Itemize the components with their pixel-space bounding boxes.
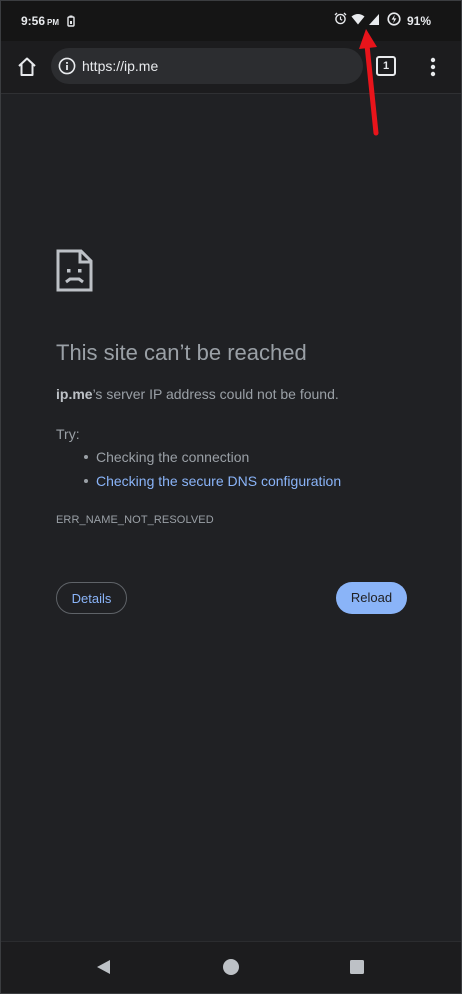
more-vert-icon (430, 57, 436, 77)
status-time: 9:56 PM (21, 14, 59, 28)
navigation-bar (1, 941, 461, 993)
battery-charging-icon (387, 11, 401, 31)
info-icon[interactable] (58, 57, 76, 80)
home-button[interactable] (14, 54, 40, 80)
screen: 9:56 PM 91% https://ip.me 1 This site ca… (0, 0, 462, 994)
reload-button[interactable]: Reload (336, 582, 407, 614)
suggestion-item[interactable]: Checking the secure DNS configuration (56, 472, 341, 496)
battery-saver-icon (67, 14, 75, 32)
details-button[interactable]: Details (56, 582, 127, 614)
status-bar: 9:56 PM 91% (1, 1, 461, 41)
status-time-ampm: PM (47, 18, 60, 27)
battery-percentage: 91% (406, 14, 431, 28)
home-icon (18, 57, 36, 76)
url-text[interactable]: https://ip.me (82, 58, 158, 74)
error-description-text: ’s server IP address could not be found. (92, 386, 339, 402)
error-host: ip.me (56, 386, 93, 402)
menu-button[interactable] (423, 55, 443, 79)
address-bar[interactable]: https://ip.me (51, 48, 363, 84)
error-code: ERR_NAME_NOT_RESOLVED (56, 514, 214, 526)
annotation-arrow-icon (356, 27, 386, 142)
status-icons: 91% (334, 11, 431, 31)
home-circle-icon[interactable] (222, 958, 240, 981)
error-title: This site can’t be reached (56, 340, 307, 365)
recents-icon[interactable] (349, 959, 365, 980)
suggestion-item: Checking the connection (56, 448, 341, 472)
error-description: ip.me’s server IP address could not be f… (56, 386, 339, 402)
suggestions-list: Checking the connection Checking the sec… (56, 448, 341, 496)
try-label: Try: (56, 426, 80, 442)
browser-toolbar: https://ip.me 1 (1, 41, 461, 94)
alarm-icon (334, 12, 347, 30)
sad-document-icon (56, 249, 93, 297)
suggestion-secure-dns-link[interactable]: Checking the secure DNS configuration (96, 473, 341, 489)
status-time-value: 9:56 (21, 14, 46, 28)
back-icon[interactable] (95, 958, 113, 981)
suggestion-check-connection: Checking the connection (96, 449, 250, 465)
